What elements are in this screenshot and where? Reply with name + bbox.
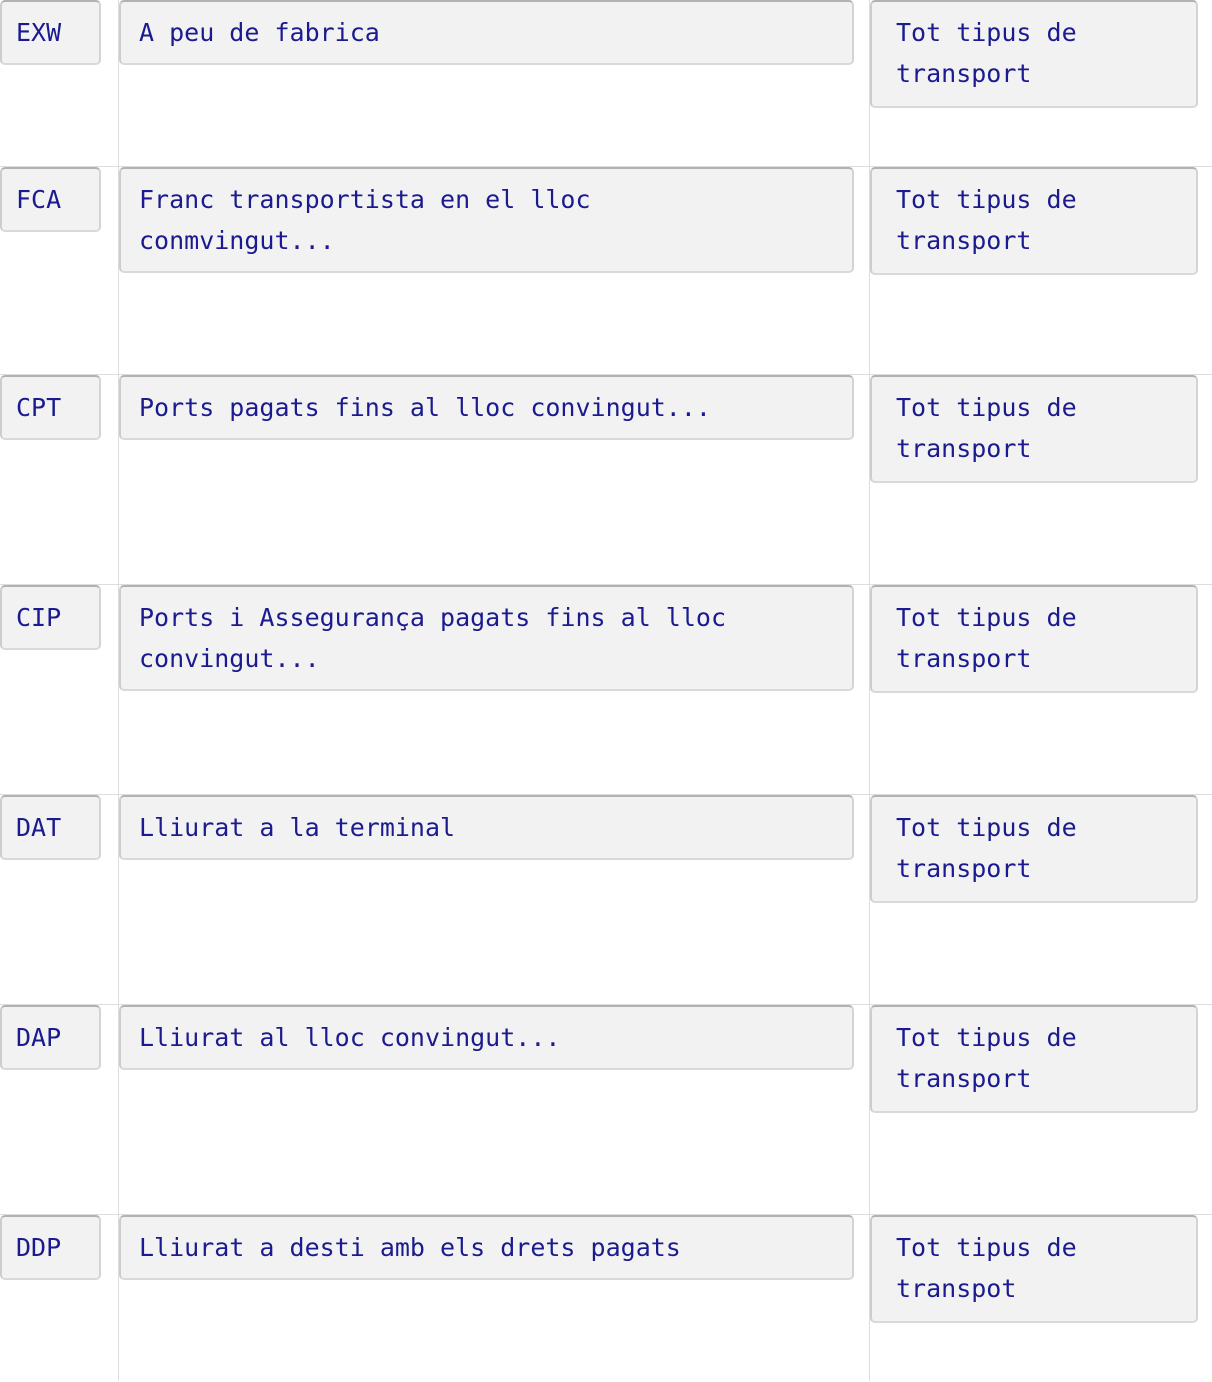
incoterm-transport-cell: Tot tipus de transpot [869, 1214, 1212, 1381]
incoterm-code-cell: FCA [0, 166, 119, 375]
incoterm-transport-field[interactable]: Tot tipus de transport [870, 167, 1198, 275]
incoterm-transport-field[interactable]: Tot tipus de transport [870, 0, 1198, 108]
incoterm-description-field[interactable]: Lliurat al lloc convingut... [119, 1005, 854, 1070]
incoterm-transport-field[interactable]: Tot tipus de transpot [870, 1215, 1198, 1323]
table-row: EXW A peu de fabrica Tot tipus de transp… [0, 0, 1212, 167]
incoterm-description-field[interactable]: Lliurat a desti amb els drets pagats [119, 1215, 854, 1280]
incoterm-transport-cell: Tot tipus de transport [869, 1004, 1212, 1215]
incoterm-description-field[interactable]: A peu de fabrica [119, 0, 854, 65]
incoterm-description-cell: Ports i Assegurança pagats fins al lloc … [118, 584, 870, 795]
incoterm-transport-field[interactable]: Tot tipus de transport [870, 375, 1198, 483]
incoterm-description-cell: A peu de fabrica [118, 0, 870, 167]
incoterm-code-field[interactable]: DDP [0, 1215, 101, 1280]
incoterm-code-cell: DAP [0, 1004, 119, 1215]
incoterms-table-body: EXW A peu de fabrica Tot tipus de transp… [0, 0, 1212, 1381]
incoterm-transport-cell: Tot tipus de transport [869, 794, 1212, 1005]
incoterm-description-cell: Lliurat a la terminal [118, 794, 870, 1005]
incoterm-code-field[interactable]: DAT [0, 795, 101, 860]
incoterm-transport-field[interactable]: Tot tipus de transport [870, 1005, 1198, 1113]
incoterm-code-field[interactable]: DAP [0, 1005, 101, 1070]
incoterm-code-cell: DAT [0, 794, 119, 1005]
incoterm-code-field[interactable]: FCA [0, 167, 101, 232]
incoterm-transport-cell: Tot tipus de transport [869, 584, 1212, 795]
incoterm-transport-cell: Tot tipus de transport [869, 374, 1212, 585]
table-row: DAT Lliurat a la terminal Tot tipus de t… [0, 794, 1212, 1005]
incoterm-transport-cell: Tot tipus de transport [869, 0, 1212, 167]
table-row: DAP Lliurat al lloc convingut... Tot tip… [0, 1004, 1212, 1215]
incoterm-description-cell: Franc transportista en el lloc conmvingu… [118, 166, 870, 375]
incoterm-description-field[interactable]: Lliurat a la terminal [119, 795, 854, 860]
incoterm-transport-cell: Tot tipus de transport [869, 166, 1212, 375]
incoterm-description-field[interactable]: Ports i Assegurança pagats fins al lloc … [119, 585, 854, 691]
incoterm-description-cell: Lliurat a desti amb els drets pagats [118, 1214, 870, 1381]
incoterms-table: EXW A peu de fabrica Tot tipus de transp… [0, 0, 1212, 1381]
incoterm-code-field[interactable]: CPT [0, 375, 101, 440]
incoterm-code-cell: CPT [0, 374, 119, 585]
incoterm-code-field[interactable]: CIP [0, 585, 101, 650]
incoterm-description-field[interactable]: Franc transportista en el lloc conmvingu… [119, 167, 854, 273]
incoterm-transport-field[interactable]: Tot tipus de transport [870, 585, 1198, 693]
table-row: DDP Lliurat a desti amb els drets pagats… [0, 1214, 1212, 1381]
table-row: FCA Franc transportista en el lloc conmv… [0, 166, 1212, 375]
incoterm-code-cell: CIP [0, 584, 119, 795]
incoterm-transport-field[interactable]: Tot tipus de transport [870, 795, 1198, 903]
incoterm-description-cell: Ports pagats fins al lloc convingut... [118, 374, 870, 585]
incoterm-code-cell: DDP [0, 1214, 119, 1381]
incoterm-description-field[interactable]: Ports pagats fins al lloc convingut... [119, 375, 854, 440]
table-row: CIP Ports i Assegurança pagats fins al l… [0, 584, 1212, 795]
incoterm-code-field[interactable]: EXW [0, 0, 101, 65]
table-row: CPT Ports pagats fins al lloc convingut.… [0, 374, 1212, 585]
incoterm-description-cell: Lliurat al lloc convingut... [118, 1004, 870, 1215]
incoterm-code-cell: EXW [0, 0, 119, 167]
